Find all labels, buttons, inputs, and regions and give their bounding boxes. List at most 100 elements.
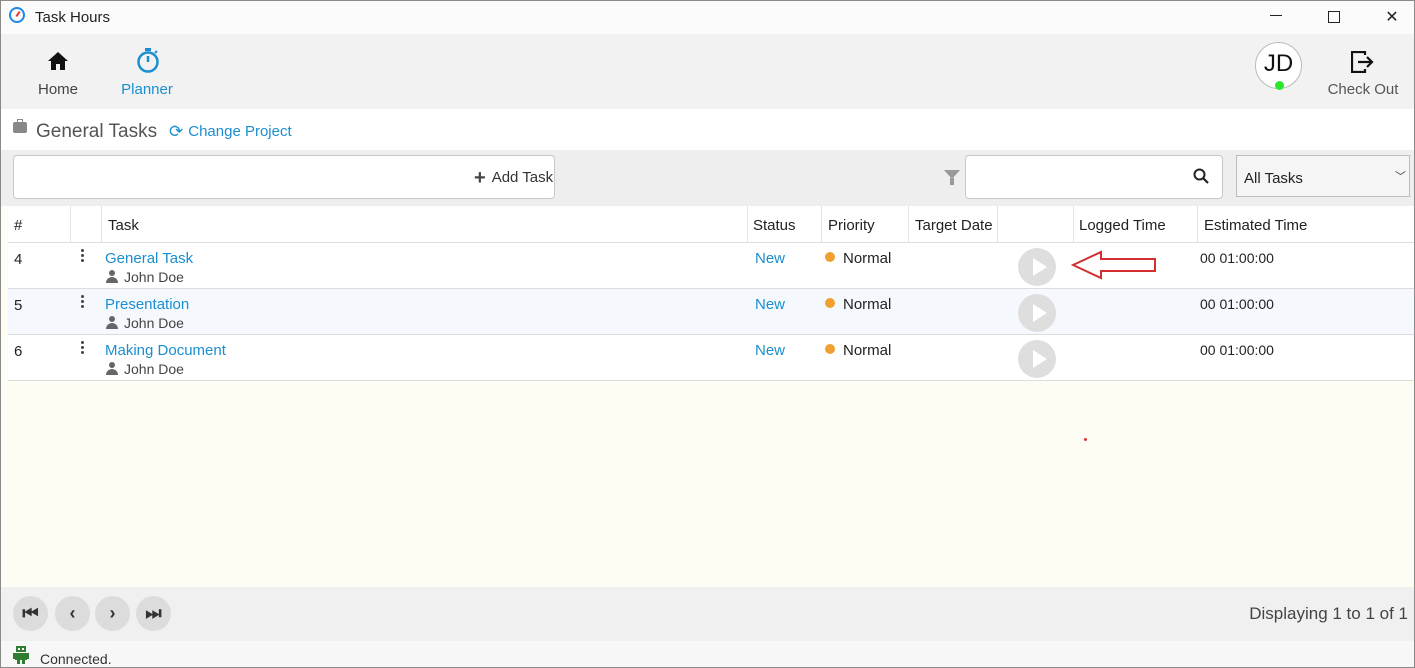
change-project-label: Change Project: [188, 123, 292, 140]
more-options-icon[interactable]: [81, 249, 85, 264]
priority-dot: [825, 252, 835, 262]
table-row[interactable]: 5 Presentation John Doe New Normal 00 01…: [8, 289, 1414, 335]
android-robot-icon: [13, 646, 29, 664]
previous-page-button[interactable]: ‹: [55, 596, 90, 631]
column-divider: [1197, 206, 1198, 242]
task-name-link[interactable]: Presentation: [105, 296, 189, 313]
priority-label: Normal: [843, 342, 892, 359]
header-priority[interactable]: Priority: [828, 217, 875, 234]
task-status[interactable]: New: [755, 250, 785, 267]
column-divider: [101, 206, 102, 242]
assignee-name: John Doe: [124, 361, 184, 377]
header-estimated-time[interactable]: Estimated Time: [1204, 217, 1307, 234]
annotation-arrow-icon: [1071, 250, 1156, 280]
task-status[interactable]: New: [755, 296, 785, 313]
priority-dot: [825, 344, 835, 354]
task-filter-value: All Tasks: [1244, 170, 1303, 187]
first-page-button[interactable]: ⏮: [13, 596, 48, 631]
last-page-button[interactable]: ⏭: [136, 596, 171, 631]
start-timer-button[interactable]: [1018, 340, 1056, 378]
user-icon: [105, 316, 119, 330]
home-icon: [48, 52, 68, 70]
minimize-button[interactable]: [1253, 1, 1299, 34]
plus-icon: +: [474, 167, 486, 189]
table-row[interactable]: 6 Making Document John Doe New Normal 00…: [8, 335, 1414, 381]
priority-dot: [825, 298, 835, 308]
nav-home-label: Home: [37, 81, 78, 98]
user-icon: [105, 270, 119, 284]
next-page-button[interactable]: ›: [95, 596, 130, 631]
refresh-icon: ⟳: [169, 122, 184, 141]
online-status-dot: [1275, 81, 1284, 90]
search-input[interactable]: [965, 155, 1223, 199]
title-bar: Task Hours ✕: [1, 1, 1414, 34]
change-project-link[interactable]: ⟳ Change Project: [169, 122, 292, 142]
header-task[interactable]: Task: [108, 217, 139, 234]
pagination-bar: ⏮ ‹ › ⏭ Displaying 1 to 1 of 1: [1, 587, 1414, 641]
chevron-right-icon: ›: [109, 603, 116, 623]
add-task-button[interactable]: + Add Task: [474, 167, 553, 190]
column-divider: [908, 206, 909, 242]
annotation-dot: [1084, 438, 1087, 441]
nav-planner[interactable]: Planner: [114, 34, 180, 109]
column-divider: [70, 206, 71, 242]
assignee-name: John Doe: [124, 269, 184, 285]
task-toolbar: + Add Task All Tasks ﹀: [1, 150, 1414, 206]
start-timer-button[interactable]: [1018, 294, 1056, 332]
checkout-label: Check Out: [1327, 81, 1399, 98]
priority-label: Normal: [843, 296, 892, 313]
header-number[interactable]: #: [14, 217, 22, 234]
maximize-button[interactable]: [1311, 1, 1357, 34]
start-timer-button[interactable]: [1018, 248, 1056, 286]
task-priority: Normal: [825, 250, 891, 267]
task-priority: Normal: [825, 342, 891, 359]
task-table: # Task Status Priority Target Date Logge…: [8, 206, 1414, 381]
app-window: Task Hours ✕ Home Planner JD Check Out G…: [0, 0, 1415, 668]
connection-status: Connected.: [40, 651, 112, 667]
close-button[interactable]: ✕: [1369, 1, 1414, 34]
add-task-label: Add Task: [491, 169, 554, 186]
nav-planner-label: Planner: [121, 81, 173, 98]
task-number: 4: [14, 251, 23, 268]
logout-icon: [1351, 51, 1374, 73]
last-page-icon: ⏭: [145, 603, 162, 623]
briefcase-icon: [13, 119, 27, 133]
task-assignee: John Doe: [105, 315, 184, 331]
filter-icon[interactable]: [944, 170, 960, 185]
table-header: # Task Status Priority Target Date Logge…: [8, 206, 1414, 243]
checkout-button[interactable]: Check Out: [1321, 34, 1405, 109]
estimated-time: 00 01:00:00: [1200, 296, 1274, 312]
main-nav: Home Planner JD Check Out: [1, 34, 1414, 109]
search-icon[interactable]: [1193, 168, 1209, 184]
table-row[interactable]: 4 General Task John Doe New Normal 00 01…: [8, 243, 1414, 289]
project-title: General Tasks: [36, 121, 158, 142]
column-divider: [997, 206, 998, 242]
chevron-left-icon: ‹: [69, 603, 76, 623]
first-page-icon: ⏮: [22, 603, 39, 623]
more-options-icon[interactable]: [81, 295, 85, 310]
task-priority: Normal: [825, 296, 891, 313]
task-status[interactable]: New: [755, 342, 785, 359]
task-number: 5: [14, 297, 23, 314]
estimated-time: 00 01:00:00: [1200, 250, 1274, 266]
status-bar: Connected.: [1, 641, 1414, 667]
project-bar: General Tasks ⟳ Change Project: [1, 109, 1414, 150]
column-divider: [1073, 206, 1074, 242]
new-task-input[interactable]: + Add Task: [13, 155, 555, 199]
more-options-icon[interactable]: [81, 341, 85, 356]
app-logo-icon: [9, 7, 25, 23]
column-divider: [821, 206, 822, 242]
user-icon: [105, 362, 119, 376]
estimated-time: 00 01:00:00: [1200, 342, 1274, 358]
task-assignee: John Doe: [105, 361, 184, 377]
task-name-link[interactable]: Making Document: [105, 342, 226, 359]
nav-home[interactable]: Home: [27, 34, 89, 109]
task-filter-select[interactable]: All Tasks ﹀: [1236, 155, 1410, 197]
header-status[interactable]: Status: [753, 217, 796, 234]
header-logged-time[interactable]: Logged Time: [1079, 217, 1166, 234]
close-icon: ✕: [1385, 9, 1399, 26]
header-target-date[interactable]: Target Date: [915, 217, 993, 234]
task-name-link[interactable]: General Task: [105, 250, 193, 267]
column-divider: [747, 206, 748, 242]
minimize-icon: [1270, 15, 1282, 16]
